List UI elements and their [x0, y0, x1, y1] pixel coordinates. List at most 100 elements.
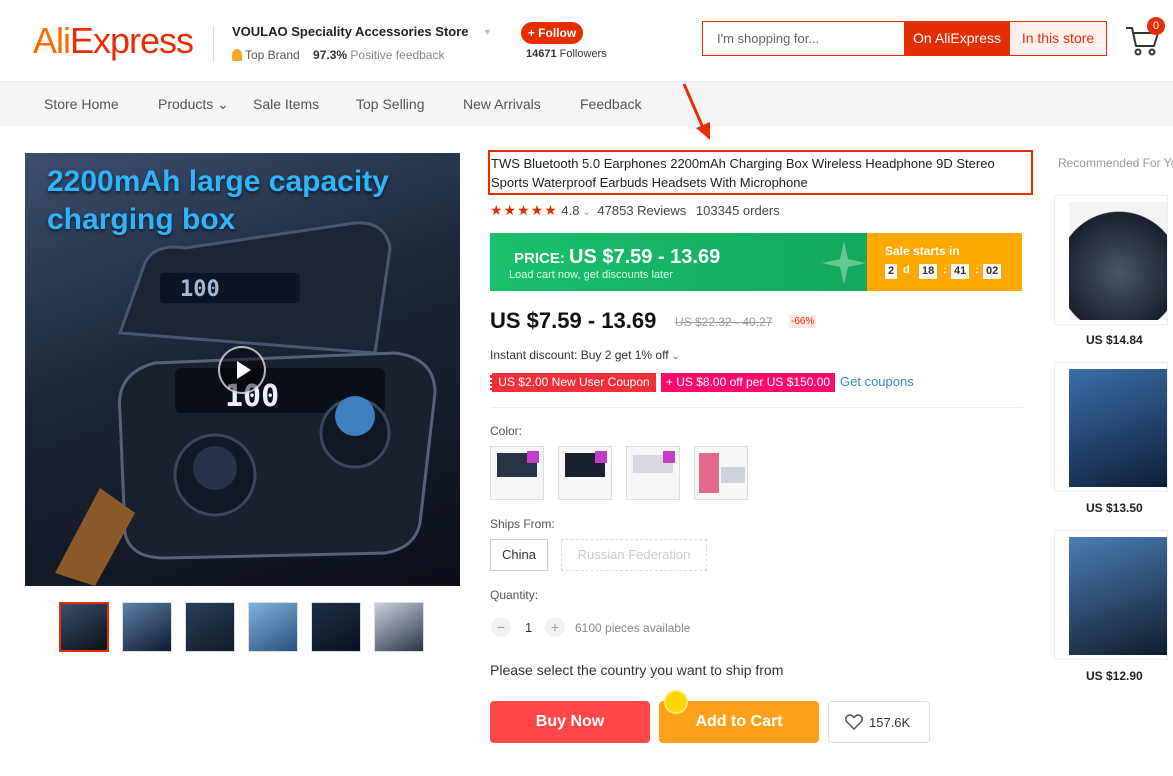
nav-store-home[interactable]: Store Home	[44, 96, 119, 112]
coin-icon	[664, 690, 688, 714]
store-coupon[interactable]: + US $8.00 off per US $150.00	[661, 373, 835, 392]
nav-new-arrivals[interactable]: New Arrivals	[463, 96, 541, 112]
quantity-increase-button[interactable]: +	[545, 617, 565, 637]
recommended-item-image	[1069, 369, 1167, 487]
color-option-swatch	[663, 451, 675, 463]
recommended-item-image	[1069, 537, 1167, 655]
nav-feedback[interactable]: Feedback	[580, 96, 641, 112]
ships-from-label: Ships From:	[490, 517, 555, 531]
gallery-thumbnail[interactable]	[374, 602, 424, 652]
wishlist-button[interactable]: 157.6K	[828, 701, 930, 743]
countdown-days: 2	[885, 264, 898, 279]
quantity-available: 6100 pieces available	[575, 621, 691, 635]
wishlist-count: 157.6K	[869, 715, 911, 730]
product-title: TWS Bluetooth 5.0 Earphones 2200mAh Char…	[491, 156, 995, 190]
followers-label: Followers	[559, 48, 607, 60]
color-option-swatch	[527, 451, 539, 463]
star-rating-icon: ★★★★★	[490, 202, 558, 218]
store-meta: Top Brand 97.3% Positive feedback	[232, 48, 444, 62]
recommended-title: Recommended For You	[1057, 156, 1173, 170]
ship-from-china[interactable]: China	[490, 539, 548, 571]
color-label: Color:	[490, 424, 523, 438]
get-coupons-link[interactable]: Get coupons	[840, 374, 914, 389]
countdown-minutes: 41	[951, 264, 970, 279]
countdown-sep: :	[943, 264, 947, 276]
countdown-d-label: d	[903, 264, 910, 276]
color-option[interactable]	[558, 446, 612, 500]
recommended-item-image	[1069, 202, 1167, 320]
nav-top-selling[interactable]: Top Selling	[356, 96, 425, 112]
countdown-sep: :	[975, 264, 979, 276]
followers-count: 14671 Followers	[526, 48, 607, 60]
gallery-thumbnail[interactable]	[185, 602, 235, 652]
follow-button[interactable]: + Follow	[521, 22, 583, 44]
instant-discount[interactable]: Instant discount: Buy 2 get 1% off ⌄	[490, 348, 680, 362]
original-price: US $22.32 - 40.27	[675, 315, 773, 329]
search-in-store-button[interactable]: In this store	[1010, 22, 1106, 55]
svg-text:100: 100	[180, 277, 220, 302]
banner-price: PRICE: US $7.59 - 13.69	[514, 246, 720, 269]
recommended-item[interactable]	[1054, 530, 1168, 660]
quantity-decrease-button[interactable]: −	[491, 617, 511, 637]
quantity-value[interactable]: 1	[525, 620, 532, 635]
recommended-item-price: US $14.84	[1086, 333, 1143, 347]
gallery-thumbnail[interactable]	[59, 602, 109, 652]
feedback-percent: 97.3%	[313, 48, 348, 62]
logo-part1: Ali	[33, 20, 71, 61]
banner-subtext: Load cart now, get discounts later	[509, 269, 673, 281]
section-divider	[490, 407, 1023, 408]
gallery-thumbnail[interactable]	[311, 602, 361, 652]
sale-starts-label: Sale starts in	[885, 244, 960, 258]
store-nav: Store Home Products ⌄ Sale Items Top Sel…	[0, 82, 1173, 126]
sparkle-icon	[822, 241, 866, 285]
search-input[interactable]	[703, 22, 904, 55]
price-promo-banner: PRICE: US $7.59 - 13.69 Load cart now, g…	[490, 233, 867, 291]
new-user-coupon[interactable]: US $2.00 New User Coupon	[490, 373, 656, 392]
color-option-case	[721, 467, 745, 483]
aliexpress-logo[interactable]: AliExpress	[33, 20, 194, 62]
recommended-item-price: US $13.50	[1086, 501, 1143, 515]
countdown-seconds: 02	[983, 264, 1002, 279]
recommended-item[interactable]	[1054, 195, 1168, 325]
discount-badge: -66%	[789, 315, 817, 328]
followers-number: 14671	[526, 48, 557, 60]
color-option-image	[699, 453, 719, 493]
top-brand-label: Top Brand	[245, 48, 300, 62]
gallery-thumbnail[interactable]	[122, 602, 172, 652]
chevron-down-icon[interactable]: ▼	[483, 27, 492, 37]
chevron-down-icon: ⌄	[668, 351, 680, 362]
feedback-label: Positive feedback	[350, 48, 445, 62]
chevron-down-icon: ⌄	[579, 207, 594, 218]
chevron-down-icon: ⌄	[213, 96, 229, 112]
gallery-thumbnail[interactable]	[248, 602, 298, 652]
play-video-button[interactable]	[218, 346, 266, 394]
color-option[interactable]	[490, 446, 544, 500]
color-option[interactable]	[694, 446, 748, 500]
nav-products-label: Products	[158, 96, 214, 112]
heart-icon	[845, 714, 863, 730]
countdown-hours: 18	[919, 264, 938, 279]
store-name[interactable]: VOULAO Speciality Accessories Store	[232, 24, 469, 39]
color-option[interactable]	[626, 446, 680, 500]
play-icon	[237, 361, 251, 379]
orders-count: 103345 orders	[695, 203, 780, 218]
banner-price-label: PRICE:	[514, 250, 565, 267]
search-on-aliexpress-button[interactable]: On AliExpress	[904, 22, 1010, 55]
logo-divider	[213, 26, 214, 62]
instant-discount-text: Instant discount: Buy 2 get 1% off	[490, 348, 669, 362]
sale-countdown: Sale starts in 2 d 18 : 41 : 02	[867, 233, 1022, 291]
rating-value[interactable]: 4.8	[561, 203, 579, 218]
logo-part2: Express	[70, 20, 194, 61]
buy-now-button[interactable]: Buy Now	[490, 701, 650, 743]
annotation-arrow	[682, 83, 710, 140]
banner-price-value: US $7.59 - 13.69	[569, 246, 721, 268]
recommended-item[interactable]	[1054, 362, 1168, 492]
ship-from-russia[interactable]: Russian Federation	[561, 539, 707, 571]
nav-sale-items[interactable]: Sale Items	[253, 96, 319, 112]
nav-products[interactable]: Products ⌄	[158, 96, 229, 113]
rating-row: ★★★★★ 4.8 ⌄ 47853 Reviews 103345 orders	[490, 202, 780, 219]
main-product-image[interactable]: 2200mAh large capacity charging box 100 …	[25, 153, 460, 586]
search-bar: On AliExpress In this store	[702, 21, 1107, 56]
reviews-count[interactable]: 47853 Reviews	[597, 203, 686, 218]
quantity-label: Quantity:	[490, 588, 539, 602]
